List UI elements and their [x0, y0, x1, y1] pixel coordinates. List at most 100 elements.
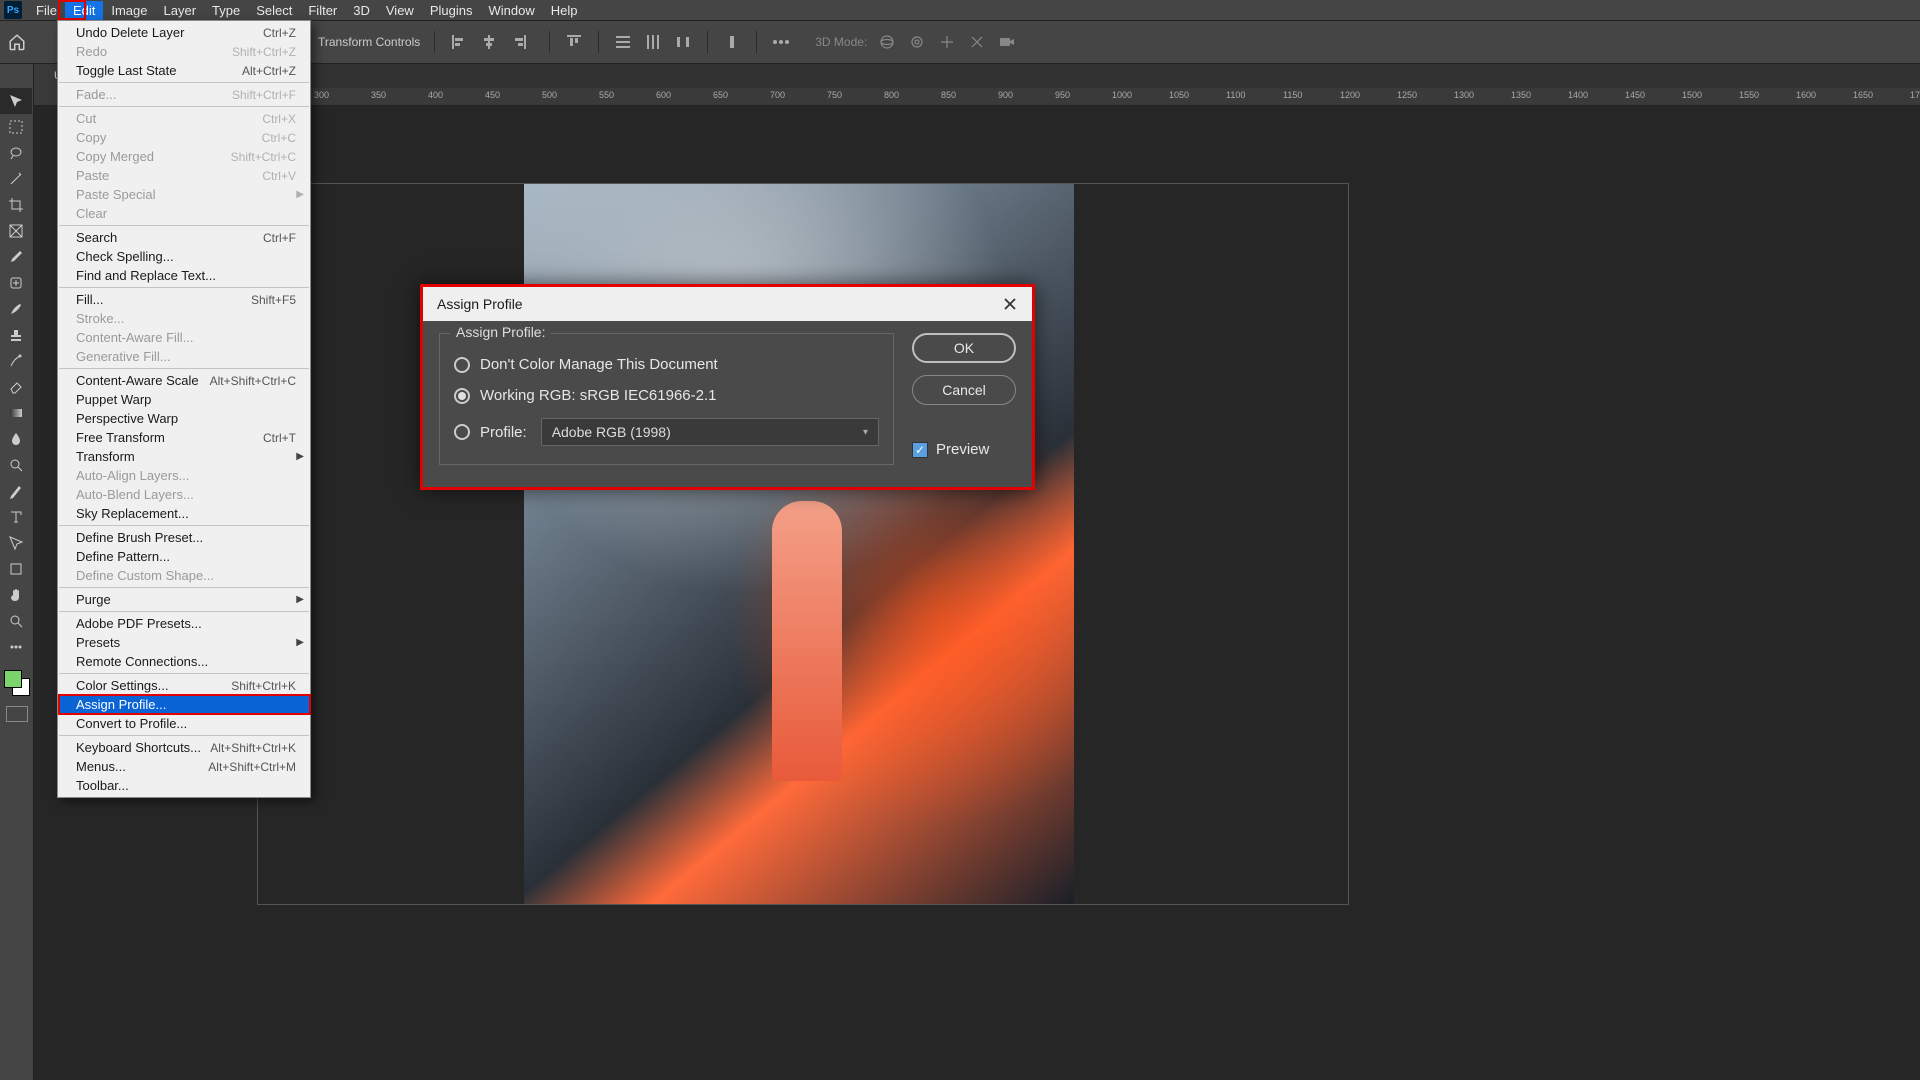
align-right-icon[interactable]: [509, 32, 529, 52]
align-center-h-icon[interactable]: [479, 32, 499, 52]
menu-item-check-spelling[interactable]: Check Spelling...: [58, 247, 310, 266]
tool-zoom[interactable]: [0, 608, 32, 634]
checkbox-icon[interactable]: ✓: [912, 442, 928, 458]
menu-item-keyboard-shortcuts[interactable]: Keyboard Shortcuts...Alt+Shift+Ctrl+K: [58, 738, 310, 757]
menu-layer[interactable]: Layer: [156, 1, 205, 20]
ruler-tick: 1400: [1568, 90, 1588, 100]
3d-slide-icon[interactable]: [967, 32, 987, 52]
tool-heal[interactable]: [0, 270, 32, 296]
tool-marquee[interactable]: [0, 114, 32, 140]
menu-item-find-and-replace-text[interactable]: Find and Replace Text...: [58, 266, 310, 285]
tool-gradient[interactable]: [0, 400, 32, 426]
distribute-h-icon[interactable]: [643, 32, 663, 52]
menu-item-define-brush-preset[interactable]: Define Brush Preset...: [58, 528, 310, 547]
menu-item-perspective-warp[interactable]: Perspective Warp: [58, 409, 310, 428]
menu-plugins[interactable]: Plugins: [422, 1, 481, 20]
menu-image[interactable]: Image: [103, 1, 155, 20]
menu-item-purge[interactable]: Purge▶: [58, 590, 310, 609]
tool-path[interactable]: [0, 530, 32, 556]
distribute-v-icon[interactable]: [613, 32, 633, 52]
menu-item-label: Auto-Align Layers...: [76, 468, 189, 483]
menu-item-convert-to-profile[interactable]: Convert to Profile...: [58, 714, 310, 733]
menu-separator: [59, 673, 309, 674]
3d-orbit-icon[interactable]: [877, 32, 897, 52]
menu-filter[interactable]: Filter: [300, 1, 345, 20]
ruler-tick: 1500: [1682, 90, 1702, 100]
radio-icon[interactable]: [454, 424, 470, 440]
menu-item-toolbar[interactable]: Toolbar...: [58, 776, 310, 795]
tool-blur[interactable]: [0, 426, 32, 452]
tool-crop[interactable]: [0, 192, 32, 218]
align-left-icon[interactable]: [449, 32, 469, 52]
menu-window[interactable]: Window: [480, 1, 542, 20]
ruler-tick: 300: [314, 90, 329, 100]
3d-camera-icon[interactable]: [997, 32, 1017, 52]
menu-item-undo-delete-layer[interactable]: Undo Delete LayerCtrl+Z: [58, 23, 310, 42]
menu-help[interactable]: Help: [543, 1, 586, 20]
tool-eraser[interactable]: [0, 374, 32, 400]
color-swatch[interactable]: [4, 670, 30, 696]
profile-select[interactable]: Adobe RGB (1998) ▾: [541, 418, 879, 446]
menu-item-toggle-last-state[interactable]: Toggle Last StateAlt+Ctrl+Z: [58, 61, 310, 80]
menu-item-remote-connections[interactable]: Remote Connections...: [58, 652, 310, 671]
tool-brush[interactable]: [0, 296, 32, 322]
menu-item-menus[interactable]: Menus...Alt+Shift+Ctrl+M: [58, 757, 310, 776]
radio-icon[interactable]: [454, 388, 470, 404]
distribute-spacing-icon[interactable]: [673, 32, 693, 52]
menu-item-color-settings[interactable]: Color Settings...Shift+Ctrl+K: [58, 676, 310, 695]
tool-pen[interactable]: [0, 478, 32, 504]
menu-item-content-aware-scale[interactable]: Content-Aware ScaleAlt+Shift+Ctrl+C: [58, 371, 310, 390]
menu-item-assign-profile[interactable]: Assign Profile...: [58, 695, 310, 714]
quickmask-icon[interactable]: [6, 706, 28, 722]
menu-edit[interactable]: Edit: [65, 1, 103, 20]
radio-dont-manage[interactable]: Don't Color Manage This Document: [454, 356, 879, 373]
menu-item-label: Auto-Blend Layers...: [76, 487, 194, 502]
tool-shape[interactable]: [0, 556, 32, 582]
tool-hand[interactable]: [0, 582, 32, 608]
foreground-color[interactable]: [4, 670, 22, 688]
dialog-titlebar[interactable]: Assign Profile: [423, 287, 1032, 321]
home-icon[interactable]: [6, 31, 28, 53]
menu-item-search[interactable]: SearchCtrl+F: [58, 228, 310, 247]
tool-dodge[interactable]: [0, 452, 32, 478]
menu-view[interactable]: View: [378, 1, 422, 20]
preview-checkbox-row[interactable]: ✓ Preview: [912, 441, 1016, 458]
menu-item-define-pattern[interactable]: Define Pattern...: [58, 547, 310, 566]
tool-type[interactable]: [0, 504, 32, 530]
radio-profile[interactable]: Profile: Adobe RGB (1998) ▾: [454, 418, 879, 446]
menu-type[interactable]: Type: [204, 1, 248, 20]
tool-lasso[interactable]: [0, 140, 32, 166]
menu-3d[interactable]: 3D: [345, 1, 378, 20]
3d-pan-icon[interactable]: [937, 32, 957, 52]
tool-history[interactable]: [0, 348, 32, 374]
menu-item-label: Sky Replacement...: [76, 506, 189, 521]
submenu-arrow-icon: ▶: [296, 594, 304, 605]
menu-item-adobe-pdf-presets[interactable]: Adobe PDF Presets...: [58, 614, 310, 633]
radio-icon[interactable]: [454, 357, 470, 373]
align-top-icon[interactable]: [564, 32, 584, 52]
close-icon[interactable]: [998, 292, 1022, 316]
artwork-figure: [772, 501, 842, 781]
menu-item-transform[interactable]: Transform▶: [58, 447, 310, 466]
menu-item-puppet-warp[interactable]: Puppet Warp: [58, 390, 310, 409]
menu-item-sky-replacement[interactable]: Sky Replacement...: [58, 504, 310, 523]
3d-roll-icon[interactable]: [907, 32, 927, 52]
radio-working-rgb[interactable]: Working RGB: sRGB IEC61966-2.1: [454, 387, 879, 404]
menu-item-label: Assign Profile...: [76, 697, 166, 712]
menu-item-free-transform[interactable]: Free TransformCtrl+T: [58, 428, 310, 447]
tool-eyedropper[interactable]: [0, 244, 32, 270]
tool-move[interactable]: [0, 88, 32, 114]
cancel-button[interactable]: Cancel: [912, 375, 1016, 405]
menu-item-presets[interactable]: Presets▶: [58, 633, 310, 652]
tool-wand[interactable]: [0, 166, 32, 192]
menu-file[interactable]: File: [28, 1, 65, 20]
menu-item-fill[interactable]: Fill...Shift+F5: [58, 290, 310, 309]
menu-item-label: Toggle Last State: [76, 63, 176, 78]
menu-select[interactable]: Select: [248, 1, 300, 20]
more-options-icon[interactable]: [771, 32, 791, 52]
tool-stamp[interactable]: [0, 322, 32, 348]
ok-button[interactable]: OK: [912, 333, 1016, 363]
align-to-icon[interactable]: [722, 32, 742, 52]
tool-more[interactable]: [0, 634, 32, 660]
tool-frame[interactable]: [0, 218, 32, 244]
